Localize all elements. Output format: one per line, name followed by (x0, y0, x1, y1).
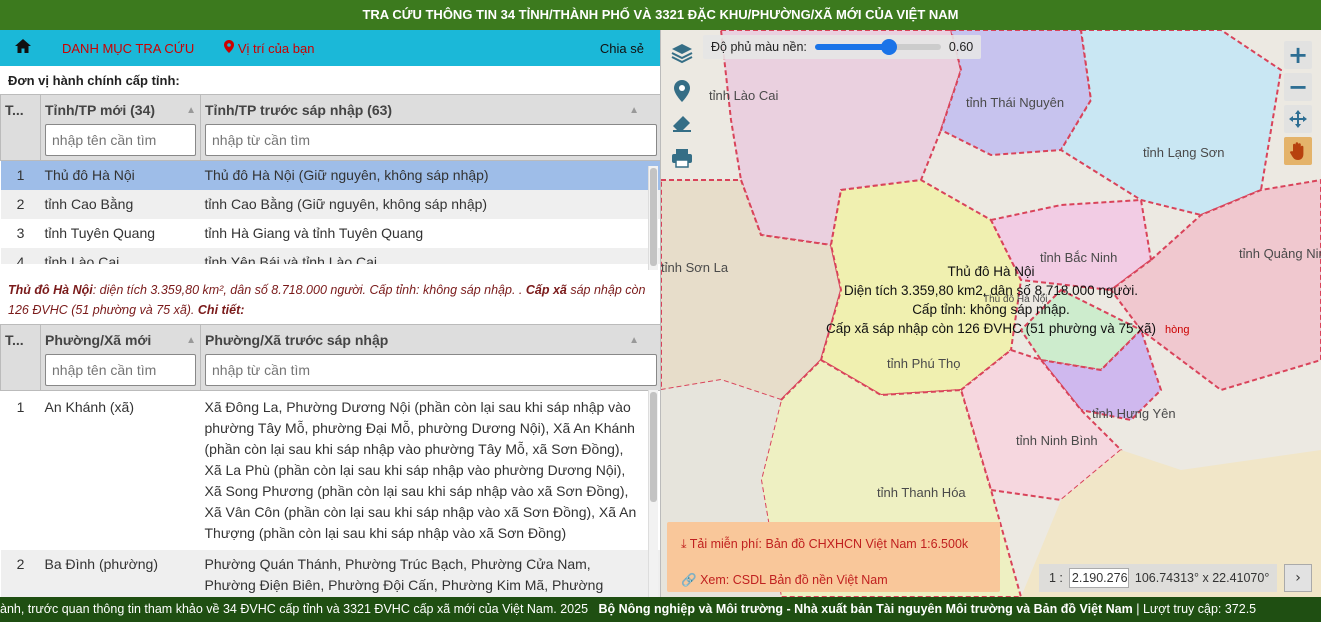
table-row[interactable]: 2 tỉnh Cao Bằng tỉnh Cao Bằng (Giữ nguyê… (0, 190, 660, 219)
table-row[interactable]: 1 Thủ đô Hà Nội Thủ đô Hà Nội (Giữ nguyê… (0, 160, 660, 190)
map-label: tỉnh Sơn La (661, 260, 729, 275)
zoom-out-button[interactable]: − (1284, 73, 1312, 101)
hand-icon[interactable] (1284, 137, 1312, 165)
link-icon: 🔗 (681, 573, 697, 587)
sort-icon[interactable]: ▲ (186, 105, 196, 116)
home-icon[interactable] (0, 38, 46, 59)
new-commune-filter-input[interactable] (45, 354, 196, 386)
resource-links: ⤓ Tải miễn phí: Bản đồ CHXHCN Việt Nam 1… (667, 522, 1000, 592)
map-label: tỉnh Lào Cai (709, 88, 779, 103)
scale-bar: 1 : 2.190.276 106.74313° x 22.41070° (1039, 564, 1278, 592)
zoom-in-button[interactable]: + (1284, 41, 1312, 69)
lookup-menu-link[interactable]: DANH MỤC TRA CỨU (62, 41, 194, 56)
my-location-link[interactable]: Vị trí của bạn (224, 40, 314, 56)
map-label: tỉnh Quảng Ninh (1239, 246, 1321, 261)
opacity-slider-knob[interactable] (880, 39, 897, 55)
province-table-scrollbar[interactable] (648, 166, 658, 270)
old-province-filter-input[interactable] (205, 124, 657, 156)
top-nav: DANH MỤC TRA CỨU Vị trí của bạn Chia sẻ (0, 30, 660, 66)
map-label: tỉnh Lạng Sơn (1143, 145, 1225, 160)
table-row[interactable]: 1 An Khánh (xã) Xã Đông La, Phường Dương… (0, 390, 660, 550)
opacity-value: 0.60 (948, 40, 974, 54)
column-header-old-province[interactable]: Tỉnh/TP trước sáp nhập (63) ▲ (200, 94, 660, 161)
commune-label: Cấp xã (525, 283, 567, 297)
new-province-filter-input[interactable] (45, 124, 196, 156)
column-header-old-commune[interactable]: Phường/Xã trước sáp nhập ▲ (200, 324, 660, 391)
opacity-slider-fill (814, 44, 891, 50)
map-label: tỉnh Thái Nguyên (966, 95, 1065, 110)
opacity-label: Độ phủ màu nền: (711, 40, 807, 54)
feature-popup: Thủ đô Hà Nội Diện tích 3.359,80 km2, dâ… (825, 264, 1157, 336)
scale-prefix: 1 : (1049, 571, 1063, 585)
coordinate-readout: 106.74313° x 22.41070° (1134, 571, 1270, 585)
opacity-slider[interactable] (814, 39, 941, 55)
location-label: Vị trí của bạn (237, 41, 315, 56)
map-label: tỉnh Thanh Hóa (877, 485, 966, 500)
sort-icon[interactable]: ▲ (186, 335, 196, 346)
opacity-control: Độ phủ màu nền: 0.60 (703, 35, 982, 59)
detail-label: Chi tiết: (197, 303, 245, 317)
sort-icon[interactable]: ▲ (629, 105, 639, 116)
map-label: tỉnh Ninh Bình (1016, 433, 1098, 448)
sort-icon[interactable]: ▲ (629, 335, 639, 346)
scale-input[interactable]: 2.190.276 (1068, 568, 1129, 588)
map-view[interactable]: Độ phủ màu nền: 0.60 + − tỉnh Lào Cai tỉ… (661, 30, 1321, 597)
view-database-link[interactable]: 🔗 Xem: CSDL Bản đồ nền Việt Nam (681, 566, 986, 594)
province-info: Thủ đô Hà Nội: diện tích 3.359,80 km², d… (0, 272, 660, 324)
column-header-index[interactable]: T... (0, 94, 41, 161)
share-button[interactable]: Chia sẻ (600, 41, 644, 56)
table-row[interactable]: 2 Ba Đình (phường) Phường Quán Thánh, Ph… (0, 550, 660, 597)
download-icon: ⤓ (681, 537, 687, 551)
location-pin-icon[interactable] (669, 80, 695, 106)
app-title: TRA CỨU THÔNG TIN 34 TỈNH/THÀNH PHỐ VÀ 3… (0, 0, 1321, 30)
column-header-new-province[interactable]: Tỉnh/TP mới (34) ▲ (40, 94, 201, 161)
old-commune-filter-input[interactable] (205, 354, 657, 386)
location-pin-icon (224, 40, 238, 56)
eraser-icon[interactable] (669, 112, 695, 138)
map-label: tỉnh Phú Thọ (887, 356, 961, 371)
footer-ticker: ành, trước quan thông tin tham khảo về 3… (0, 597, 1321, 622)
next-button[interactable]: › (1284, 564, 1312, 592)
province-section-title: Đơn vị hành chính cấp tỉnh: (8, 73, 180, 88)
left-panel: DANH MỤC TRA CỨU Vị trí của bạn Chia sẻ … (0, 30, 661, 597)
commune-table: T... Phường/Xã mới▲ Phường/Xã trước sáp … (0, 324, 660, 597)
column-header-new-commune[interactable]: Phường/Xã mới ▲ (40, 324, 201, 391)
download-map-link[interactable]: ⤓ Tải miễn phí: Bản đồ CHXHCN Việt Nam 1… (681, 530, 986, 558)
province-name: Thủ đô Hà Nội (8, 283, 93, 297)
pan-icon[interactable] (1284, 105, 1312, 133)
map-label: tỉnh Hưng Yên (1092, 406, 1176, 421)
layers-icon[interactable] (669, 42, 695, 68)
province-table: T... Tỉnh/TP mới (34)▲ Tỉnh/TP trước sáp… (0, 94, 660, 277)
print-icon[interactable] (669, 148, 695, 174)
column-header-index[interactable]: T... (0, 324, 41, 391)
table-row[interactable]: 3 tỉnh Tuyên Quang tỉnh Hà Giang và tỉnh… (0, 219, 660, 248)
commune-table-scrollbar[interactable] (648, 390, 658, 597)
